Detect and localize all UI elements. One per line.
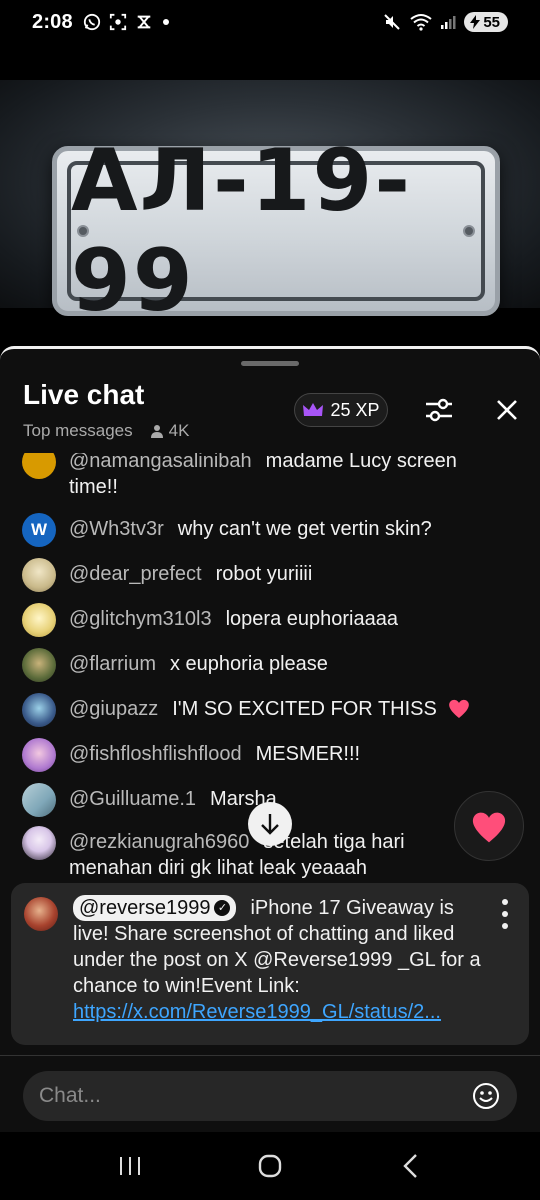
arrow-down-icon bbox=[261, 814, 279, 835]
chat-input[interactable] bbox=[39, 1084, 471, 1108]
avatar[interactable] bbox=[22, 558, 56, 592]
avatar[interactable] bbox=[22, 648, 56, 682]
avatar[interactable] bbox=[22, 826, 56, 860]
chat-message[interactable]: @fishfloshflishflood MESMER!!! bbox=[22, 738, 492, 772]
battery-indicator: 55 bbox=[464, 12, 508, 32]
divider bbox=[0, 1055, 540, 1056]
pinned-link[interactable]: https://x.com/Reverse1999_GL/status/2... bbox=[73, 1001, 441, 1023]
chat-message[interactable]: @giupazz I'M SO EXCITED FOR THISS bbox=[22, 693, 492, 727]
heart-icon bbox=[472, 812, 506, 843]
pinned-avatar[interactable] bbox=[24, 897, 58, 931]
message-author[interactable]: @rezkianugrah6960 bbox=[69, 831, 249, 853]
viewer-count: 4K bbox=[149, 421, 190, 441]
chat-message[interactable]: @flarrium x euphoria please bbox=[22, 648, 492, 682]
video-player[interactable]: АЛ-19-99 bbox=[0, 44, 540, 346]
notification-icons bbox=[83, 13, 171, 31]
pinned-content: @reverse1999 ✓ iPhone 17 Giveaway is live!… bbox=[73, 895, 483, 1025]
back-icon bbox=[403, 1154, 417, 1178]
signal-icon bbox=[441, 16, 456, 29]
xp-badge[interactable]: 25 XP bbox=[294, 393, 388, 427]
avatar[interactable]: W bbox=[22, 513, 56, 547]
back-button[interactable] bbox=[380, 1141, 440, 1191]
more-dot-icon bbox=[502, 911, 508, 917]
chat-mode-label[interactable]: Top messages bbox=[23, 421, 133, 441]
pinned-author[interactable]: @reverse1999 bbox=[79, 895, 210, 921]
emoji-icon bbox=[473, 1083, 499, 1109]
more-dot-icon bbox=[502, 923, 508, 929]
avatar-letter: W bbox=[30, 520, 48, 539]
scroll-to-bottom-button[interactable] bbox=[248, 802, 292, 846]
pinned-message[interactable]: @reverse1999 ✓ iPhone 17 Giveaway is live!… bbox=[11, 883, 529, 1045]
message-author[interactable]: @giupazz bbox=[69, 698, 158, 720]
message-text: I'M SO EXCITED FOR THISS bbox=[172, 698, 437, 720]
status-time: 2:08 bbox=[32, 10, 73, 33]
message-author[interactable]: @namangasalinibah bbox=[69, 453, 252, 472]
screenshot-icon bbox=[109, 13, 126, 31]
close-icon bbox=[497, 400, 517, 420]
chat-input-container[interactable] bbox=[23, 1071, 517, 1121]
message-text: x euphoria please bbox=[169, 653, 328, 675]
charging-icon bbox=[470, 15, 481, 29]
status-bar: 2:08 55 bbox=[0, 0, 540, 44]
chat-message[interactable]: @dear_prefect robot yuriiii bbox=[22, 558, 492, 592]
avatar[interactable] bbox=[22, 603, 56, 637]
message-author[interactable]: @fishfloshflishflood bbox=[69, 743, 242, 765]
drag-handle[interactable] bbox=[241, 361, 299, 366]
avatar[interactable] bbox=[22, 738, 56, 772]
plate-bolt-left bbox=[77, 225, 89, 237]
recents-icon bbox=[120, 1157, 140, 1175]
emoji-button[interactable] bbox=[471, 1081, 501, 1111]
whatsapp-icon bbox=[83, 13, 100, 31]
message-text: lopera euphoriaaaa bbox=[225, 608, 398, 630]
chat-header: Live chat Top messages 4K 25 XP bbox=[0, 371, 540, 451]
chat-subtitle[interactable]: Top messages 4K bbox=[23, 421, 189, 441]
heart-reaction-button[interactable] bbox=[454, 791, 524, 861]
chat-settings-button[interactable] bbox=[420, 391, 458, 429]
plate-bolt-right bbox=[463, 225, 475, 237]
close-chat-button[interactable] bbox=[488, 391, 526, 429]
home-button[interactable] bbox=[240, 1141, 300, 1191]
message-author[interactable]: @glitchym310l3 bbox=[69, 608, 212, 630]
battery-level: 55 bbox=[483, 13, 500, 31]
plate-border: АЛ-19-99 bbox=[67, 131, 485, 331]
wifi-icon bbox=[410, 14, 432, 31]
message-text: why can't we get vertin skin? bbox=[177, 518, 432, 540]
crown-icon bbox=[303, 403, 324, 416]
plate-text: АЛ-19-99 bbox=[71, 131, 413, 331]
home-icon bbox=[258, 1154, 282, 1178]
chat-title: Live chat bbox=[23, 379, 145, 410]
chat-message[interactable]: W @Wh3tv3r why can't we get vertin skin? bbox=[22, 513, 492, 547]
owner-chip[interactable]: @reverse1999 ✓ bbox=[73, 895, 237, 921]
live-chat-panel: Live chat Top messages 4K 25 XP @namanga… bbox=[0, 346, 540, 1132]
message-text: MESMER!!! bbox=[255, 743, 361, 765]
license-plate: АЛ-19-99 bbox=[52, 131, 500, 331]
sliders-icon bbox=[426, 398, 452, 422]
avatar[interactable] bbox=[22, 783, 56, 817]
mute-icon bbox=[384, 14, 401, 30]
person-icon bbox=[150, 425, 163, 438]
dot-icon bbox=[162, 19, 169, 25]
message-author[interactable]: @Wh3tv3r bbox=[69, 518, 164, 540]
message-text: robot yuriiii bbox=[215, 563, 313, 585]
verified-icon: ✓ bbox=[214, 900, 231, 916]
xp-label: 25 XP bbox=[330, 399, 380, 420]
message-author[interactable]: @Guilluame.1 bbox=[69, 788, 196, 810]
sync-icon bbox=[137, 15, 151, 29]
viewer-count-value: 4K bbox=[168, 421, 190, 440]
avatar[interactable] bbox=[22, 453, 56, 479]
avatar[interactable] bbox=[22, 693, 56, 727]
message-author[interactable]: @flarrium bbox=[69, 653, 156, 675]
heart-emoji-icon bbox=[448, 699, 469, 718]
more-options-button[interactable] bbox=[495, 899, 515, 929]
system-navigation-bar bbox=[0, 1132, 540, 1200]
more-dot-icon bbox=[502, 899, 508, 905]
message-author[interactable]: @dear_prefect bbox=[69, 563, 202, 585]
chat-message[interactable]: @glitchym310l3 lopera euphoriaaaa bbox=[22, 603, 492, 637]
system-status: 55 bbox=[382, 12, 508, 32]
recent-apps-button[interactable] bbox=[100, 1141, 160, 1191]
chat-message[interactable]: @namangasalinibah madame Lucy screen time… bbox=[22, 453, 492, 500]
